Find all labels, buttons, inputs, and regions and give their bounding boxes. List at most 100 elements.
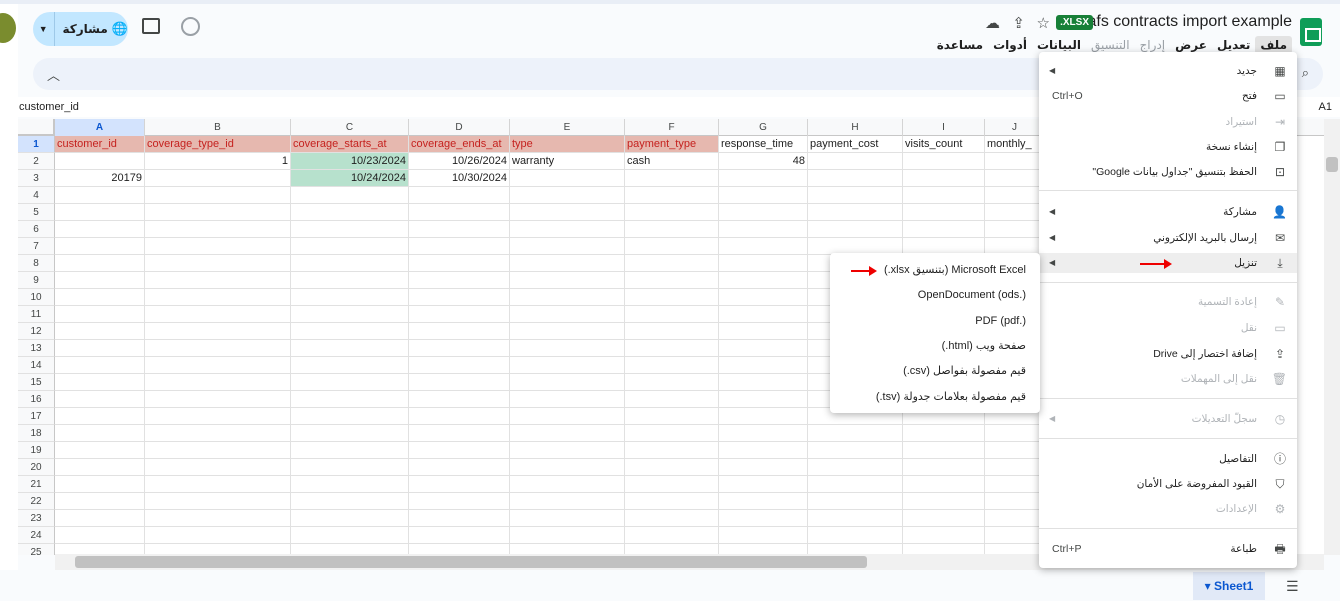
grid-cell[interactable]	[985, 493, 1045, 510]
grid-cell[interactable]: 10/24/2024	[291, 170, 409, 187]
grid-cell[interactable]	[55, 340, 145, 357]
grid-cell[interactable]	[719, 187, 808, 204]
grid-cell[interactable]	[625, 170, 719, 187]
grid-cell[interactable]	[903, 442, 985, 459]
row-header[interactable]: 20	[18, 459, 55, 476]
grid-cell[interactable]	[625, 357, 719, 374]
row-header[interactable]: 14	[18, 357, 55, 374]
grid-cell[interactable]	[985, 187, 1045, 204]
grid-cell[interactable]	[291, 408, 409, 425]
grid-cell[interactable]	[808, 187, 903, 204]
grid-cell[interactable]	[291, 391, 409, 408]
collapse-toolbar-icon[interactable]: ︿	[47, 65, 60, 84]
grid-cell[interactable]	[808, 425, 903, 442]
menu-item-rename[interactable]: ✎ إعادة التسمية	[1039, 292, 1297, 312]
grid-cell[interactable]	[985, 221, 1045, 238]
grid-cell[interactable]	[985, 425, 1045, 442]
grid-cell[interactable]	[903, 187, 985, 204]
grid-cell[interactable]	[291, 187, 409, 204]
grid-cell[interactable]	[625, 204, 719, 221]
download-tsv[interactable]: قيم مفصولة بعلامات جدولة (tsv.)	[836, 387, 1026, 407]
row-header[interactable]: 15	[18, 374, 55, 391]
grid-cell[interactable]	[55, 510, 145, 527]
formula-content[interactable]: customer_id	[19, 101, 79, 113]
grid-cell[interactable]	[409, 306, 510, 323]
grid-cell[interactable]	[291, 221, 409, 238]
grid-cell[interactable]	[625, 323, 719, 340]
menu-item-add-shortcut[interactable]: ⇪ إضافة اختصار إلى Drive	[1039, 344, 1297, 364]
grid-cell[interactable]	[145, 289, 291, 306]
grid-cell[interactable]	[719, 493, 808, 510]
grid-cell[interactable]	[808, 221, 903, 238]
grid-cell[interactable]	[409, 272, 510, 289]
grid-cell[interactable]	[55, 306, 145, 323]
row-header[interactable]: 2	[18, 153, 55, 170]
cloud-status-icon[interactable]: ☁	[985, 14, 1000, 32]
grid-cell[interactable]	[903, 527, 985, 544]
grid-cell[interactable]	[510, 170, 625, 187]
vertical-scroll-thumb[interactable]	[1326, 157, 1338, 172]
grid-cell[interactable]	[291, 442, 409, 459]
grid-cell[interactable]	[719, 374, 808, 391]
grid-cell[interactable]	[719, 221, 808, 238]
row-header[interactable]: 23	[18, 510, 55, 527]
grid-cell[interactable]	[510, 527, 625, 544]
grid-cell[interactable]	[409, 425, 510, 442]
grid-cell[interactable]: 20179	[55, 170, 145, 187]
grid-cell[interactable]	[145, 527, 291, 544]
grid-cell[interactable]	[291, 357, 409, 374]
grid-cell[interactable]	[145, 459, 291, 476]
grid-cell[interactable]	[719, 442, 808, 459]
grid-cell[interactable]	[719, 476, 808, 493]
column-header-g[interactable]: G	[719, 119, 808, 136]
grid-cell[interactable]: customer_id	[55, 136, 145, 153]
grid-cell[interactable]	[145, 374, 291, 391]
grid-cell[interactable]	[55, 408, 145, 425]
grid-cell[interactable]: cash	[625, 153, 719, 170]
grid-cell[interactable]	[510, 510, 625, 527]
menu-item-details[interactable]: ⓘ التفاصيل	[1039, 449, 1297, 469]
grid-cell[interactable]	[808, 493, 903, 510]
row-header[interactable]: 24	[18, 527, 55, 544]
menu-help[interactable]: مساعدة	[932, 36, 988, 54]
grid-cell[interactable]: coverage_starts_at	[291, 136, 409, 153]
menu-item-print[interactable]: 🖶 طباعة Ctrl+P	[1039, 539, 1297, 559]
grid-cell[interactable]	[55, 374, 145, 391]
grid-cell[interactable]	[291, 323, 409, 340]
menu-item-email[interactable]: ✉ إرسال بالبريد الإلكتروني ◀	[1039, 228, 1297, 248]
grid-cell[interactable]	[145, 204, 291, 221]
grid-cell[interactable]	[145, 306, 291, 323]
grid-cell[interactable]	[145, 170, 291, 187]
grid-cell[interactable]	[291, 374, 409, 391]
grid-cell[interactable]	[409, 374, 510, 391]
grid-cell[interactable]	[145, 476, 291, 493]
grid-cell[interactable]	[291, 255, 409, 272]
grid-cell[interactable]	[510, 255, 625, 272]
grid-cell[interactable]	[145, 357, 291, 374]
grid-cell[interactable]: payment_cost	[808, 136, 903, 153]
grid-cell[interactable]	[510, 374, 625, 391]
grid-cell[interactable]	[510, 289, 625, 306]
grid-cell[interactable]	[719, 255, 808, 272]
row-header[interactable]: 5	[18, 204, 55, 221]
column-header-e[interactable]: E	[510, 119, 625, 136]
row-header[interactable]: 19	[18, 442, 55, 459]
grid-cell[interactable]	[291, 527, 409, 544]
grid-cell[interactable]	[510, 408, 625, 425]
grid-cell[interactable]	[510, 391, 625, 408]
grid-cell[interactable]	[625, 289, 719, 306]
grid-cell[interactable]	[409, 391, 510, 408]
grid-cell[interactable]	[291, 476, 409, 493]
row-header[interactable]: 12	[18, 323, 55, 340]
history-icon[interactable]	[181, 17, 200, 36]
grid-cell[interactable]	[719, 272, 808, 289]
grid-cell[interactable]	[903, 221, 985, 238]
grid-cell[interactable]	[55, 289, 145, 306]
grid-cell[interactable]	[510, 476, 625, 493]
move-to-drive-icon[interactable]: ⇪	[1012, 14, 1025, 32]
column-header-f[interactable]: F	[625, 119, 719, 136]
grid-cell[interactable]	[808, 527, 903, 544]
grid-cell[interactable]	[510, 238, 625, 255]
grid-cell[interactable]	[625, 374, 719, 391]
menu-tools[interactable]: أدوات	[988, 36, 1032, 54]
